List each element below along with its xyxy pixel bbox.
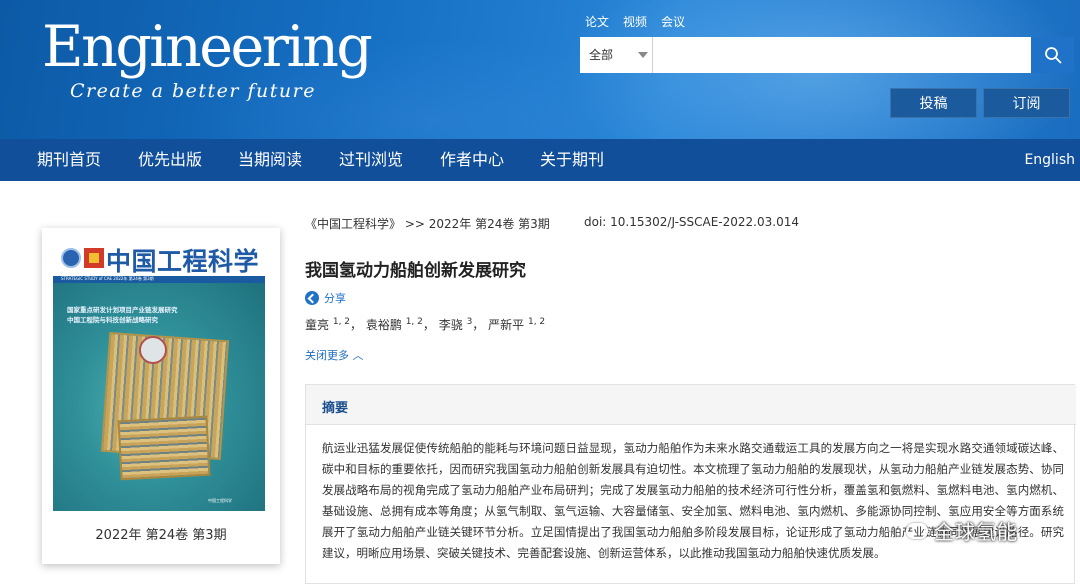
cover-headline-1: 国家重点研发计划项目产业链发展研究 [67,306,178,314]
nav-item-archive[interactable]: 过刊浏览 [339,139,403,181]
share-icon [305,291,319,305]
nav-item-online-first[interactable]: 优先出版 [138,139,202,181]
author-name[interactable]: 袁裕鹏 [366,318,402,332]
cover-footer-text: 中国工程科学 [208,498,232,503]
breadcrumb[interactable]: 《中国工程科学》 >> 2022年 第24卷 第3期 [305,215,550,232]
author-affiliation: 1, 2 [527,317,546,327]
author-affiliation: 3 [466,317,473,327]
collapse-more-label: 关闭更多 [305,349,349,362]
top-link-conferences[interactable]: 会议 [661,13,685,30]
search-input[interactable] [654,37,1030,73]
site-logo[interactable]: Engineering [42,14,373,80]
journal-emblem-icon [84,248,104,268]
cover-title-bar: 中国工程科学 [52,242,270,276]
chevron-down-icon [638,52,648,58]
search-button[interactable] [1031,37,1074,73]
chevron-up-icon: ︿ [352,349,364,362]
author-name[interactable]: 李骁 [439,318,463,332]
top-link-papers[interactable]: 论文 [585,13,609,30]
nav-item-home[interactable]: 期刊首页 [37,139,101,181]
abstract-panel: 摘要 航运业迅猛发展促使传统船舶的能耗与环境问题日益显现，氢动力船舶作为未来水路… [305,384,1076,584]
share-button[interactable]: 分享 [305,290,346,306]
nav-item-authors[interactable]: 作者中心 [440,139,504,181]
watermark: 全球氢能 [906,516,1018,545]
site-header: Engineering Create a better future 论文 视频… [0,0,1080,139]
search-scope-value: 全部 [589,48,614,62]
search-bar: 全部 [580,37,1074,73]
offshore-platform-deck-graphic [117,415,211,481]
cover-issue-label: 2022年 第24卷 第3期 [95,528,227,543]
cover-journal-name: 中国工程科学 [106,247,260,276]
nav-item-current-issue[interactable]: 当期阅读 [238,139,302,181]
collapse-more-toggle[interactable]: 关闭更多 ︿ [305,347,364,363]
author-list: 童亮 1, 2， 袁裕鹏 1, 2， 李骁 3， 严新平 1, 2 [305,317,546,332]
cae-emblem-icon [61,248,81,268]
search-scope-select[interactable]: 全部 [580,37,653,73]
author-affiliation: 1, 2 [332,317,351,327]
submit-button[interactable]: 投稿 [890,88,977,118]
cover-image: STRATEGIC STUDY of CAE 2022年 第24卷 第3期 国家… [53,276,265,511]
journal-cover-card[interactable]: 中国工程科学 STRATEGIC STUDY of CAE 2022年 第24卷… [42,228,280,564]
site-tagline: Create a better future [70,80,316,102]
wechat-icon [906,522,928,539]
helipad-graphic [139,336,167,364]
author-affiliation: 1, 2 [405,317,423,327]
top-link-videos[interactable]: 视频 [623,13,647,30]
abstract-heading: 摘要 [322,401,349,416]
author-name[interactable]: 童亮 [305,318,329,332]
main-nav: 期刊首页 优先出版 当期阅读 过刊浏览 作者中心 关于期刊 English [0,139,1080,181]
cover-band-text: STRATEGIC STUDY of CAE 2022年 第24卷 第3期 [61,276,154,281]
subscribe-button[interactable]: 订阅 [983,88,1070,118]
article-title: 我国氢动力船舶创新发展研究 [305,261,526,281]
abstract-header: 摘要 [306,385,1076,425]
nav-item-about[interactable]: 关于期刊 [540,139,604,181]
share-label: 分享 [324,292,346,305]
doi-link[interactable]: doi: 10.15302/J-SSCAE-2022.03.014 [584,215,799,229]
language-switch[interactable]: English [1024,139,1075,181]
abstract-text: 航运业迅猛发展促使传统船舶的能耗与环境问题日益显现，氢动力船舶作为未来水路交通载… [322,441,1064,560]
search-icon [1045,47,1062,64]
author-name[interactable]: 严新平 [488,318,524,332]
watermark-text: 全球氢能 [934,520,1018,544]
cover-headline-2: 中国工程院与科技创新战略研究 [67,316,158,324]
top-links: 论文 视频 会议 [585,13,685,30]
